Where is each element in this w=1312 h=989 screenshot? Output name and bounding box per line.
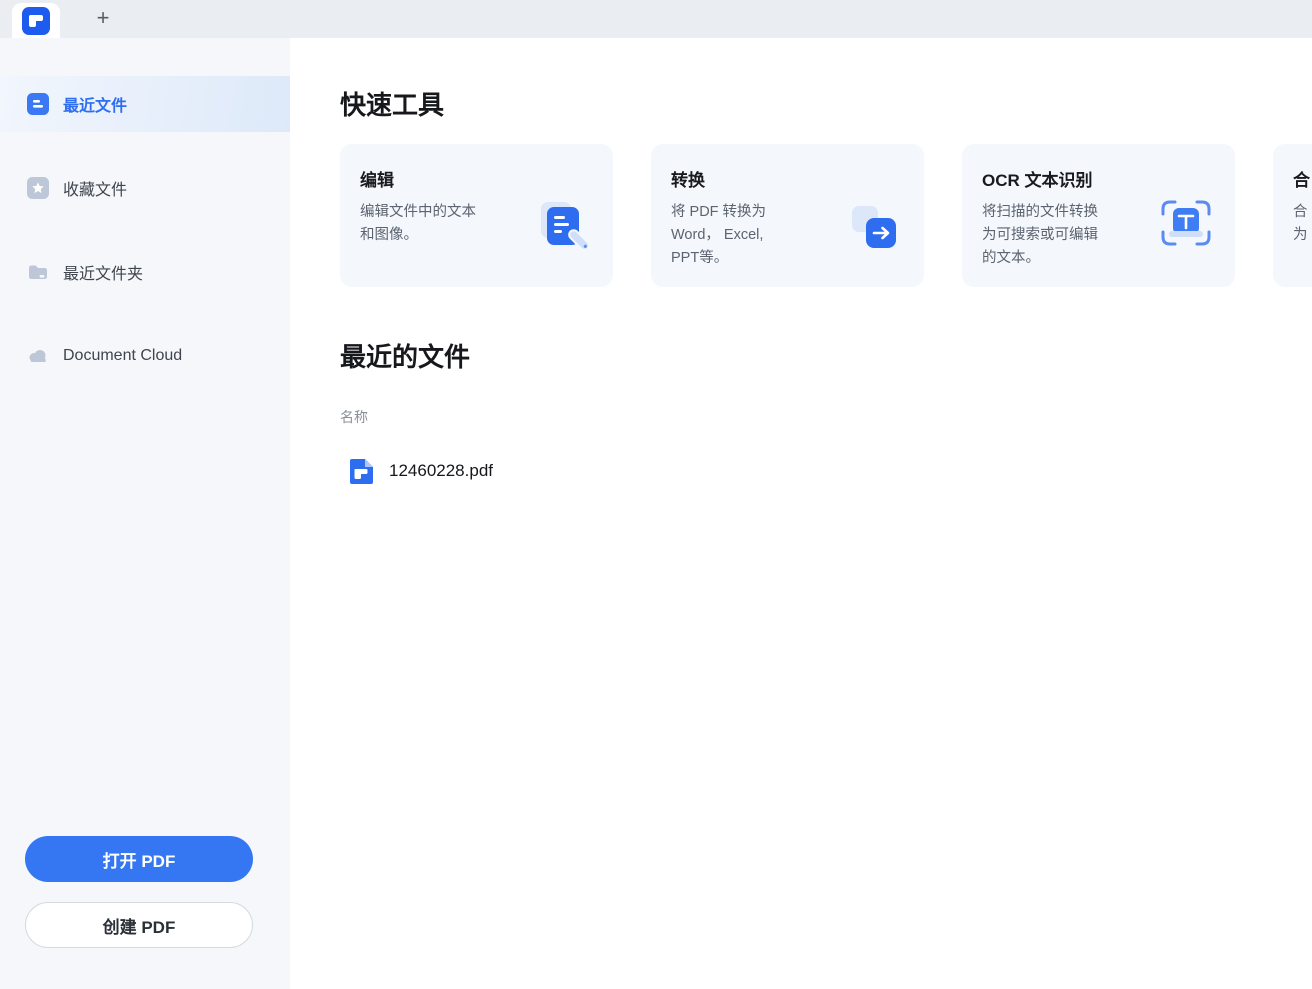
convert-arrow-icon xyxy=(848,198,902,254)
app-logo-icon xyxy=(22,7,50,35)
file-name: 12460228.pdf xyxy=(389,461,493,481)
open-pdf-button[interactable]: 打开 PDF xyxy=(25,836,253,882)
card-title: 合 xyxy=(1293,166,1312,191)
new-tab-button[interactable]: + xyxy=(92,8,114,30)
card-description: 合 为 xyxy=(1293,201,1312,247)
star-icon xyxy=(27,177,49,199)
sidebar-item-recent-folders[interactable]: 最近文件夹 xyxy=(0,244,290,300)
ocr-scan-icon xyxy=(1159,198,1213,250)
card-title: 编辑 xyxy=(360,166,593,191)
sidebar-item-label: 最近文件 xyxy=(63,92,127,116)
recent-files-table-header: 名称 最后修改时间 xyxy=(340,407,1312,427)
quick-tools-cards: 编辑 编辑文件中的文本 和图像。 转换 将 PDF 转换为 Word， Exce xyxy=(340,144,1312,287)
tool-card-convert[interactable]: 转换 将 PDF 转换为 Word， Excel, PPT等。 xyxy=(651,144,924,287)
card-description: 将 PDF 转换为 Word， Excel, PPT等。 xyxy=(671,201,836,270)
sidebar-item-label: Document Cloud xyxy=(63,347,182,365)
sidebar: 最近文件 收藏文件 最近文件夹 xyxy=(0,38,290,989)
pdf-file-icon xyxy=(348,458,375,485)
tab-bar: + xyxy=(0,0,1312,38)
recent-files-icon xyxy=(27,93,49,115)
tool-card-edit[interactable]: 编辑 编辑文件中的文本 和图像。 xyxy=(340,144,613,287)
recent-files-title: 最近的文件 xyxy=(340,340,1312,374)
file-row[interactable]: 12460228.pdf 更早 xyxy=(340,451,1312,491)
create-pdf-button[interactable]: 创建 PDF xyxy=(25,902,253,948)
name-column-header: 名称 xyxy=(340,407,1312,427)
sidebar-item-recent-files[interactable]: 最近文件 xyxy=(0,76,290,132)
card-description: 编辑文件中的文本 和图像。 xyxy=(360,201,525,247)
folder-icon xyxy=(27,261,49,283)
card-description: 将扫描的文件转换 为可搜索或可编辑 的文本。 xyxy=(982,201,1147,270)
sidebar-item-starred-files[interactable]: 收藏文件 xyxy=(0,160,290,216)
sidebar-item-document-cloud[interactable]: Document Cloud xyxy=(0,328,290,384)
quick-tools-title: 快速工具 xyxy=(340,88,1312,122)
main-content: 快速工具 编辑 编辑文件中的文本 和图像。 转换 xyxy=(290,38,1312,989)
app-tab[interactable] xyxy=(12,3,60,38)
sidebar-item-label: 收藏文件 xyxy=(63,176,127,200)
cloud-icon xyxy=(27,345,49,367)
tool-card-ocr[interactable]: OCR 文本识别 将扫描的文件转换 为可搜索或可编辑 的文本。 xyxy=(962,144,1235,287)
tool-card-combine[interactable]: 合 合 为 xyxy=(1273,144,1312,287)
edit-document-icon xyxy=(537,198,591,254)
card-title: OCR 文本识别 xyxy=(982,166,1215,191)
card-title: 转换 xyxy=(671,166,904,191)
sidebar-item-label: 最近文件夹 xyxy=(63,260,143,284)
